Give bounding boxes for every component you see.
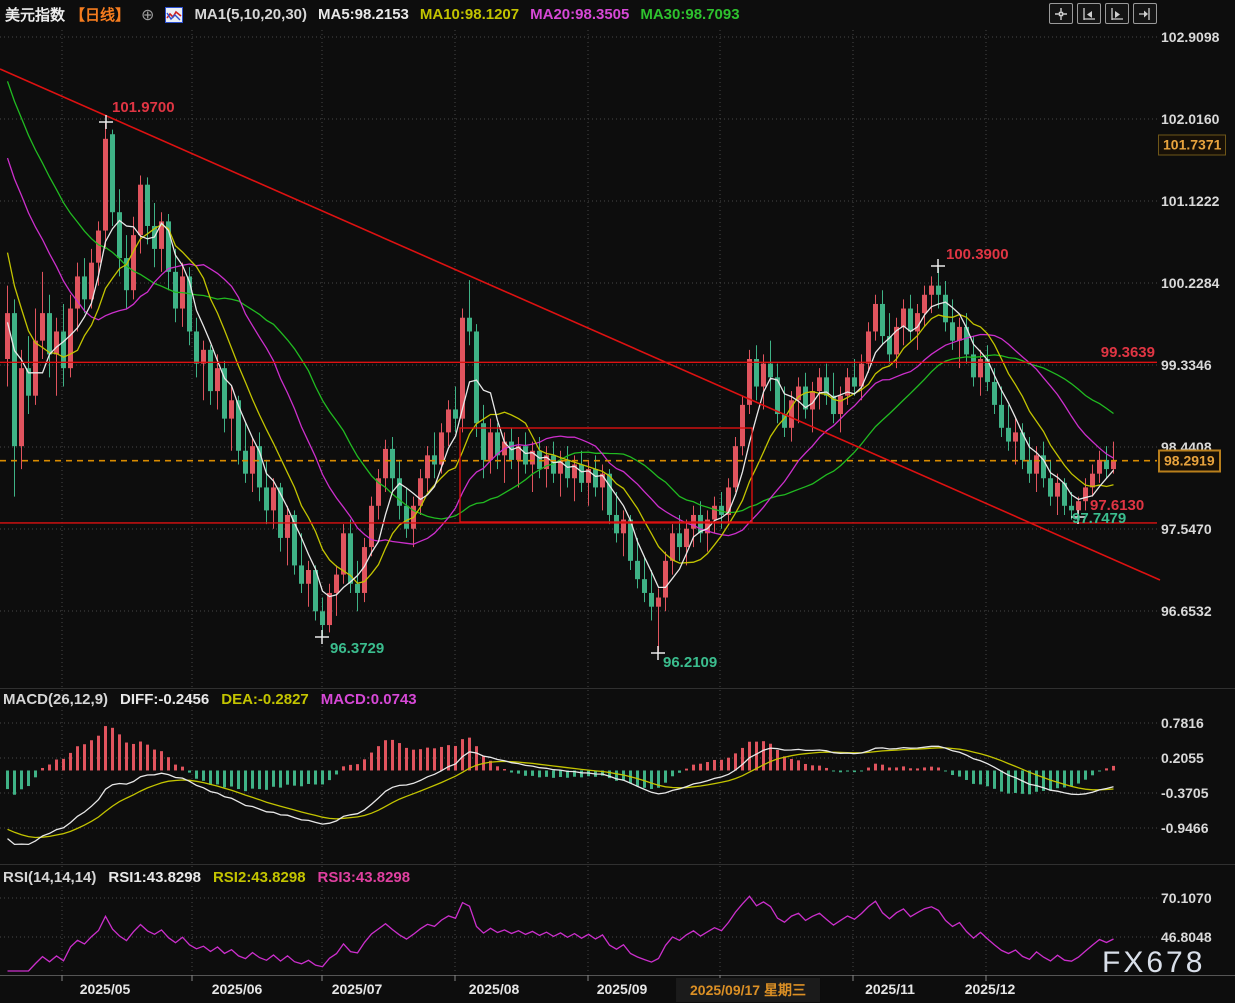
chart-canvas[interactable] <box>0 0 1235 1003</box>
rsi-axis-label: 70.1070 <box>1161 890 1212 906</box>
date-axis-label: 2025/07 <box>332 981 383 997</box>
compress-left-icon[interactable] <box>1077 3 1101 24</box>
crosshair-price-label: 101.7371 <box>1158 134 1226 155</box>
crosshair-date-label: 2025/09/17 星期三 <box>676 978 820 1002</box>
macd-macd-value: MACD:0.0743 <box>321 691 417 708</box>
date-axis-label: 2025/08 <box>469 981 520 997</box>
price-annotation: 100.3900 <box>946 246 1009 263</box>
price-annotation: 101.9700 <box>112 99 175 116</box>
symbol-title: 美元指数 <box>5 4 65 25</box>
date-axis-label: 2025/09 <box>597 981 648 997</box>
price-axis-label: 100.2284 <box>1161 275 1219 291</box>
chart-toolbar <box>1049 3 1157 24</box>
price-axis-label: 97.5470 <box>1161 521 1212 537</box>
ma10-value: MA10:98.1207 <box>420 6 519 23</box>
price-axis-label: 102.0160 <box>1161 111 1219 127</box>
macd-header: MACD(26,12,9) DIFF:-0.2456 DEA:-0.2827 M… <box>3 691 417 708</box>
price-axis-label: 101.1222 <box>1161 193 1219 209</box>
date-axis-label: 2025/11 <box>865 981 915 997</box>
macd-diff-value: DIFF:-0.2456 <box>120 691 209 708</box>
rsi3-value: RSI3:43.8298 <box>318 869 411 886</box>
date-axis-label: 2025/06 <box>212 981 263 997</box>
price-annotation: 96.2109 <box>663 654 717 671</box>
price-annotation: 99.3639 <box>1020 344 1155 361</box>
rsi2-value: RSI2:43.8298 <box>213 869 306 886</box>
period-label[interactable]: 【日线】 <box>70 4 130 25</box>
macd-axis-label: -0.9466 <box>1161 820 1208 836</box>
goto-latest-icon[interactable] <box>1133 3 1157 24</box>
price-annotation: 96.3729 <box>330 640 384 657</box>
date-axis-label: 2025/05 <box>80 981 131 997</box>
rsi1-value: RSI1:43.8298 <box>108 869 201 886</box>
date-axis-label: 2025/12 <box>965 981 1016 997</box>
macd-axis-label: -0.3705 <box>1161 785 1208 801</box>
price-axis-label: 102.9098 <box>1161 29 1219 45</box>
rsi-params[interactable]: RSI(14,14,14) <box>3 869 96 886</box>
chart-header: 美元指数 【日线】 ⊕ MA1(5,10,20,30) MA5:98.2153 … <box>5 4 740 25</box>
ma-settings-label[interactable]: MA1(5,10,20,30) <box>194 6 307 23</box>
compress-right-icon[interactable] <box>1105 3 1129 24</box>
rsi-axis-label: 46.8048 <box>1161 929 1212 945</box>
macd-axis-label: 0.7816 <box>1161 715 1204 731</box>
macd-axis-label: 0.2055 <box>1161 750 1204 766</box>
kline-style-icon[interactable] <box>165 7 183 23</box>
ma30-value: MA30:98.7093 <box>640 6 739 23</box>
price-axis-label: 99.3346 <box>1161 357 1212 373</box>
macd-params[interactable]: MACD(26,12,9) <box>3 691 108 708</box>
watermark: FX678 <box>1102 946 1205 980</box>
macd-dea-value: DEA:-0.2827 <box>221 691 309 708</box>
add-indicator-icon[interactable]: ⊕ <box>141 5 154 25</box>
move-crosshair-icon[interactable] <box>1049 3 1073 24</box>
price-annotation: 97.7479 <box>1072 510 1126 527</box>
ma20-value: MA20:98.3505 <box>530 6 629 23</box>
last-price-label: 98.2919 <box>1158 449 1221 472</box>
rsi-header: RSI(14,14,14) RSI1:43.8298 RSI2:43.8298 … <box>3 869 410 886</box>
price-axis-label: 96.6532 <box>1161 603 1212 619</box>
chart-app: 美元指数 【日线】 ⊕ MA1(5,10,20,30) MA5:98.2153 … <box>0 0 1235 1003</box>
ma5-value: MA5:98.2153 <box>318 6 409 23</box>
